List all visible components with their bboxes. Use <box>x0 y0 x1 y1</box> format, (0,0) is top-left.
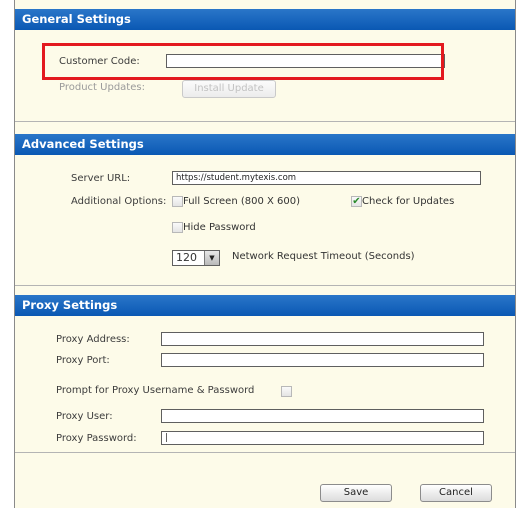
check-updates-label: Check for Updates <box>362 196 455 207</box>
proxy-settings-panel: Proxy Address: Proxy Port: Prompt for Pr… <box>15 316 515 453</box>
proxy-settings-header: Proxy Settings <box>15 295 515 316</box>
save-button[interactable]: Save <box>320 484 392 502</box>
general-settings-title: General Settings <box>22 12 131 26</box>
proxy-password-label: Proxy Password: <box>56 433 137 444</box>
full-screen-label: Full Screen (800 X 600) <box>183 196 301 207</box>
additional-options-label: Additional Options: <box>71 196 167 207</box>
check-updates-checkbox[interactable]: ✔ <box>351 196 362 207</box>
product-updates-label: Product Updates: <box>59 82 145 93</box>
hide-password-label: Hide Password <box>183 222 256 233</box>
advanced-settings-title: Advanced Settings <box>22 137 144 151</box>
proxy-user-label: Proxy User: <box>56 411 113 422</box>
settings-dialog: General Settings Customer Code: Product … <box>14 0 516 508</box>
proxy-prompt-checkbox[interactable] <box>281 386 292 397</box>
customer-code-input[interactable] <box>166 54 445 68</box>
server-url-input[interactable]: https://student.mytexis.com <box>172 171 481 185</box>
general-settings-header: General Settings <box>15 9 515 30</box>
network-timeout-select[interactable]: 120 ▼ <box>172 250 220 266</box>
proxy-address-label: Proxy Address: <box>56 334 130 345</box>
checkmark-icon: ✔ <box>352 196 361 207</box>
proxy-address-input[interactable] <box>161 332 484 346</box>
general-settings-panel: Customer Code: Product Updates: Install … <box>15 30 515 122</box>
proxy-password-input[interactable]: | <box>161 431 484 445</box>
chevron-down-icon[interactable]: ▼ <box>204 251 219 265</box>
full-screen-checkbox[interactable] <box>172 196 183 207</box>
network-timeout-label: Network Request Timeout (Seconds) <box>232 251 415 262</box>
proxy-port-label: Proxy Port: <box>56 355 110 366</box>
proxy-port-input[interactable] <box>161 353 484 367</box>
proxy-settings-title: Proxy Settings <box>22 298 118 312</box>
cancel-button[interactable]: Cancel <box>420 484 492 502</box>
install-update-button[interactable]: Install Update <box>182 80 276 98</box>
customer-code-label: Customer Code: <box>59 56 140 67</box>
advanced-settings-header: Advanced Settings <box>15 134 515 155</box>
proxy-prompt-label: Prompt for Proxy Username & Password <box>56 385 255 396</box>
proxy-user-input[interactable] <box>161 409 484 423</box>
hide-password-checkbox[interactable] <box>172 222 183 233</box>
server-url-label: Server URL: <box>71 173 131 184</box>
network-timeout-value: 120 <box>176 251 197 264</box>
advanced-settings-panel: Server URL: https://student.mytexis.com … <box>15 155 515 286</box>
